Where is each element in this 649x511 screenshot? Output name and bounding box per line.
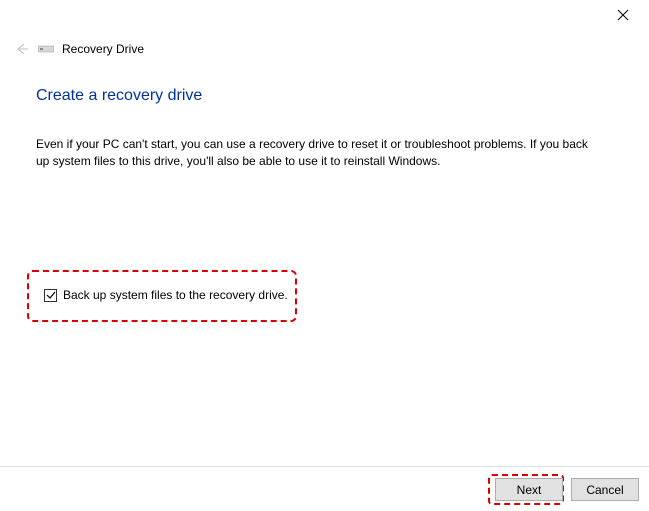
checkbox-box[interactable]: [44, 289, 57, 302]
back-button[interactable]: [14, 41, 30, 57]
cancel-button[interactable]: Cancel: [571, 478, 639, 501]
backup-checkbox-row[interactable]: Back up system files to the recovery dri…: [44, 288, 288, 302]
window-title: Recovery Drive: [62, 42, 144, 56]
arrow-left-icon: [14, 41, 30, 57]
checkmark-icon: [46, 290, 56, 300]
close-icon: [617, 9, 629, 21]
button-row: Next Cancel: [495, 478, 639, 501]
next-button[interactable]: Next: [495, 478, 563, 501]
footer-divider: [0, 466, 649, 467]
header-row: Recovery Drive: [14, 41, 144, 57]
titlebar: [0, 0, 649, 30]
close-button[interactable]: [607, 2, 639, 28]
backup-checkbox-label: Back up system files to the recovery dri…: [63, 288, 288, 302]
page-description: Even if your PC can't start, you can use…: [36, 136, 596, 170]
drive-icon: [38, 43, 54, 55]
page-heading: Create a recovery drive: [36, 87, 202, 105]
